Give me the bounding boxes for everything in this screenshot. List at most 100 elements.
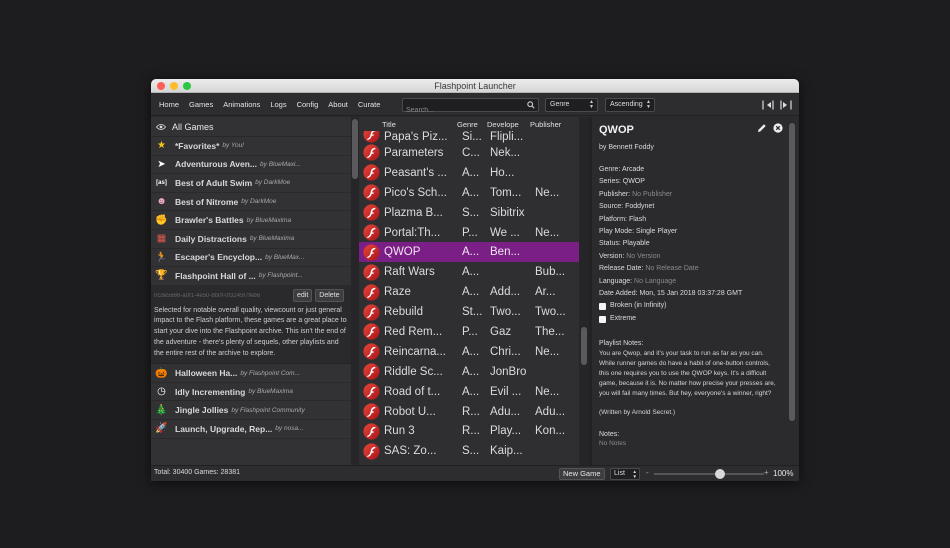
- detail-field-value: No Language: [634, 277, 677, 285]
- table-row[interactable]: Papa's Piz... Si... Flipli...: [359, 131, 589, 143]
- playlist-item[interactable]: 🎄 Jingle Jollies by Flashpoint Community: [151, 401, 352, 421]
- nav-config[interactable]: Config: [292, 94, 324, 116]
- playlist-item[interactable]: 🎃 Halloween Ha... by Flashpoint Com...: [151, 364, 352, 383]
- edit-playlist-button[interactable]: edit: [293, 289, 313, 303]
- order-select[interactable]: Ascending ▲ ▼: [605, 98, 655, 112]
- column-header-publisher[interactable]: Publisher: [530, 120, 578, 129]
- nav-about[interactable]: About: [323, 94, 353, 116]
- rocket-icon: 🚀: [155, 423, 168, 435]
- game-list-scrollbar[interactable]: [579, 117, 589, 465]
- genre-select-value: Genre: [550, 101, 570, 108]
- detail-field-label: Source:: [599, 203, 624, 211]
- playlist-notes-label: Playlist Notes:: [599, 340, 644, 348]
- column-header-title[interactable]: Title: [359, 120, 457, 129]
- flash-icon: [363, 383, 380, 400]
- detail-field-value: Foddynet: [625, 203, 655, 211]
- playlist-item[interactable]: ◷ Idly Incrementing by BlueMaxima: [151, 383, 352, 402]
- playlist-item[interactable]: ★ *Favorites* by You!: [151, 137, 352, 156]
- game-genre-cell: S...: [462, 206, 480, 219]
- table-row[interactable]: Reincarna... A... Chri... Ne...: [359, 342, 589, 362]
- game-list-scrollbar-thumb[interactable]: [581, 327, 587, 365]
- nav-animations[interactable]: Animations: [218, 94, 265, 116]
- detail-field: Series: QWOP: [599, 176, 799, 188]
- playlist-item[interactable]: 🏆 Flashpoint Hall of ... by Flashpoint...: [151, 267, 352, 286]
- flash-icon: [363, 224, 380, 241]
- game-flags: Broken (in Infinity) Extreme: [599, 300, 799, 325]
- playlist-title: Halloween Ha...: [175, 368, 238, 379]
- flash-icon: [363, 144, 380, 162]
- playlist-item[interactable]: 🏃 Escaper's Encyclop... by BlueMax...: [151, 249, 352, 268]
- game-developer-cell: Flipli...: [490, 131, 524, 143]
- playlist-item[interactable]: [as] Best of Adult Swim by DarkMoe: [151, 174, 352, 193]
- table-row[interactable]: Run 3 R... Play... Kon...: [359, 421, 589, 441]
- close-icon[interactable]: [773, 123, 783, 133]
- zoom-slider[interactable]: [654, 469, 764, 479]
- checkbox[interactable]: [599, 315, 606, 323]
- table-row[interactable]: Riddle Sc... A... JonBro: [359, 362, 589, 382]
- nav-curate[interactable]: Curate: [353, 94, 386, 116]
- table-row[interactable]: Peasant's ... A... Ho...: [359, 163, 589, 183]
- game-publisher-cell: The...: [535, 325, 565, 338]
- detail-field: Publisher: No Publisher: [599, 189, 799, 201]
- order-select-value: Ascending: [610, 101, 643, 108]
- toggle-right-sidebar-icon[interactable]: [780, 100, 792, 110]
- table-row[interactable]: Raft Wars A... Bub...: [359, 262, 589, 282]
- table-row[interactable]: Rebuild St... Two... Two...: [359, 302, 589, 322]
- detail-field-value: Single Player: [635, 228, 678, 236]
- layout-select[interactable]: List ▲ ▼: [610, 468, 640, 480]
- zoom-in-label[interactable]: +: [764, 468, 769, 477]
- column-header-developer[interactable]: Develope: [487, 120, 530, 129]
- playlist-title: Launch, Upgrade, Rep...: [175, 423, 273, 434]
- pencil-icon[interactable]: [757, 123, 767, 133]
- nav-games[interactable]: Games: [184, 94, 218, 116]
- playlist-item[interactable]: 🚀 Launch, Upgrade, Rep... by nosa...: [151, 420, 352, 439]
- game-developer-cell: Add...: [490, 286, 521, 299]
- table-row[interactable]: Parameters C... Nek...: [359, 143, 589, 163]
- checkbox[interactable]: [599, 303, 606, 311]
- playlist-item[interactable]: ▦ Daily Distractions by BlueMaxima: [151, 230, 352, 249]
- flag-checkbox-row[interactable]: Extreme: [599, 313, 799, 325]
- all-games-item[interactable]: All Games: [151, 117, 352, 137]
- game-title-cell: Plazma B...: [384, 206, 443, 219]
- search-icon[interactable]: [527, 101, 535, 109]
- game-genre-cell: A...: [462, 345, 480, 358]
- playlist-item[interactable]: ➤ Adventurous Aven... by BlueMaxi...: [151, 156, 352, 175]
- playlist-title: Idly Incrementing: [175, 386, 246, 397]
- table-row[interactable]: Road of t... A... Evil ... Ne...: [359, 382, 589, 402]
- delete-playlist-button[interactable]: Delete: [315, 289, 344, 303]
- game-detail-panel: QWOP by Bennett Foddy Genre: Arcade Serie…: [592, 117, 799, 465]
- flash-icon: [363, 443, 380, 460]
- table-row[interactable]: Plazma B... S... Sibitrix: [359, 203, 589, 223]
- table-row[interactable]: SAS: Zo... S... Kaip...: [359, 441, 589, 461]
- table-row-selected[interactable]: QWOP A... Ben...: [359, 242, 589, 263]
- playlist-item[interactable]: ✊ Brawler's Battles by BlueMaxima: [151, 211, 352, 230]
- flag-checkbox-row[interactable]: Broken (in Infinity): [599, 300, 799, 312]
- table-row[interactable]: Portal:Th... P... We ... Ne...: [359, 223, 589, 243]
- flash-icon: [363, 363, 380, 380]
- detail-field: Status: Playable: [599, 238, 799, 250]
- game-title-cell: Raft Wars: [384, 266, 435, 279]
- game-genre-cell: P...: [462, 226, 478, 239]
- nav-home[interactable]: Home: [151, 94, 184, 116]
- toggle-left-sidebar-icon[interactable]: [762, 100, 774, 110]
- game-genre-cell: A...: [462, 286, 480, 299]
- sidebar-scrollbar[interactable]: [351, 117, 359, 465]
- table-row[interactable]: Raze A... Add... Ar...: [359, 282, 589, 302]
- table-row[interactable]: Red Rem... P... Gaz The...: [359, 322, 589, 342]
- fist-icon: ✊: [155, 214, 168, 226]
- nav-logs[interactable]: Logs: [265, 94, 291, 116]
- detail-field-value: No Publisher: [632, 190, 673, 198]
- playlist-author: by BlueMax...: [265, 253, 305, 261]
- sidebar-scrollbar-thumb[interactable]: [352, 119, 358, 179]
- genre-select[interactable]: Genre ▲ ▼: [545, 98, 598, 112]
- playlist-item[interactable]: ☻ Best of Nitrome by DarkMoe: [151, 193, 352, 212]
- column-header-genre[interactable]: Genre: [457, 120, 487, 129]
- detail-scrollbar[interactable]: [789, 123, 795, 421]
- new-game-button[interactable]: New Game: [559, 468, 605, 480]
- search-input[interactable]: [403, 104, 523, 117]
- game-genre-cell: A...: [462, 365, 480, 378]
- zoom-out-label[interactable]: -: [646, 468, 649, 477]
- table-row[interactable]: Pico's Sch... A... Tom... Ne...: [359, 183, 589, 203]
- zoom-slider-knob[interactable]: [714, 469, 725, 479]
- table-row[interactable]: Robot U... R... Adu... Adu...: [359, 402, 589, 422]
